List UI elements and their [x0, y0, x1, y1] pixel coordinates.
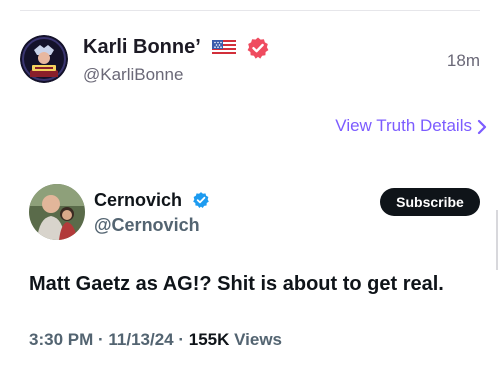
- chevron-right-icon[interactable]: [476, 118, 488, 141]
- us-flag-icon: [212, 40, 236, 61]
- post-header: Karli Bonne’ @KarliBonne 18m: [20, 34, 480, 88]
- post-timestamp[interactable]: 18m: [447, 51, 480, 71]
- scrollbar[interactable]: [496, 210, 498, 270]
- subscribe-button[interactable]: Subscribe: [380, 188, 480, 216]
- quoted-author-avatar[interactable]: [29, 184, 85, 240]
- quoted-post[interactable]: Cernovich @Cernovich Subscribe Matt Gaet…: [0, 160, 500, 375]
- view-truth-details-link[interactable]: View Truth Details: [335, 116, 472, 136]
- quoted-post-date[interactable]: 11/13/24: [108, 330, 173, 349]
- meta-separator: ·: [178, 330, 189, 349]
- author-name[interactable]: Karli Bonne’: [83, 36, 201, 59]
- quoted-author-name[interactable]: Cernovich: [94, 190, 182, 211]
- red-verified-badge-icon: [246, 36, 270, 65]
- meta-separator: ·: [97, 330, 109, 349]
- quoted-post-meta: 3:30 PM · 11/13/24 · 155K Views: [29, 330, 282, 350]
- author-avatar[interactable]: [20, 35, 68, 83]
- views-count: 155K: [188, 330, 230, 349]
- quoted-author-handle[interactable]: @Cernovich: [94, 215, 200, 236]
- blue-verified-badge-icon: [192, 191, 210, 214]
- author-handle[interactable]: @KarliBonne: [83, 65, 183, 85]
- quoted-post-time[interactable]: 3:30 PM: [29, 330, 93, 349]
- views-label: Views: [234, 330, 283, 349]
- top-divider: [20, 10, 480, 11]
- quoted-post-text: Matt Gaetz as AG!? Shit is about to get …: [29, 273, 444, 295]
